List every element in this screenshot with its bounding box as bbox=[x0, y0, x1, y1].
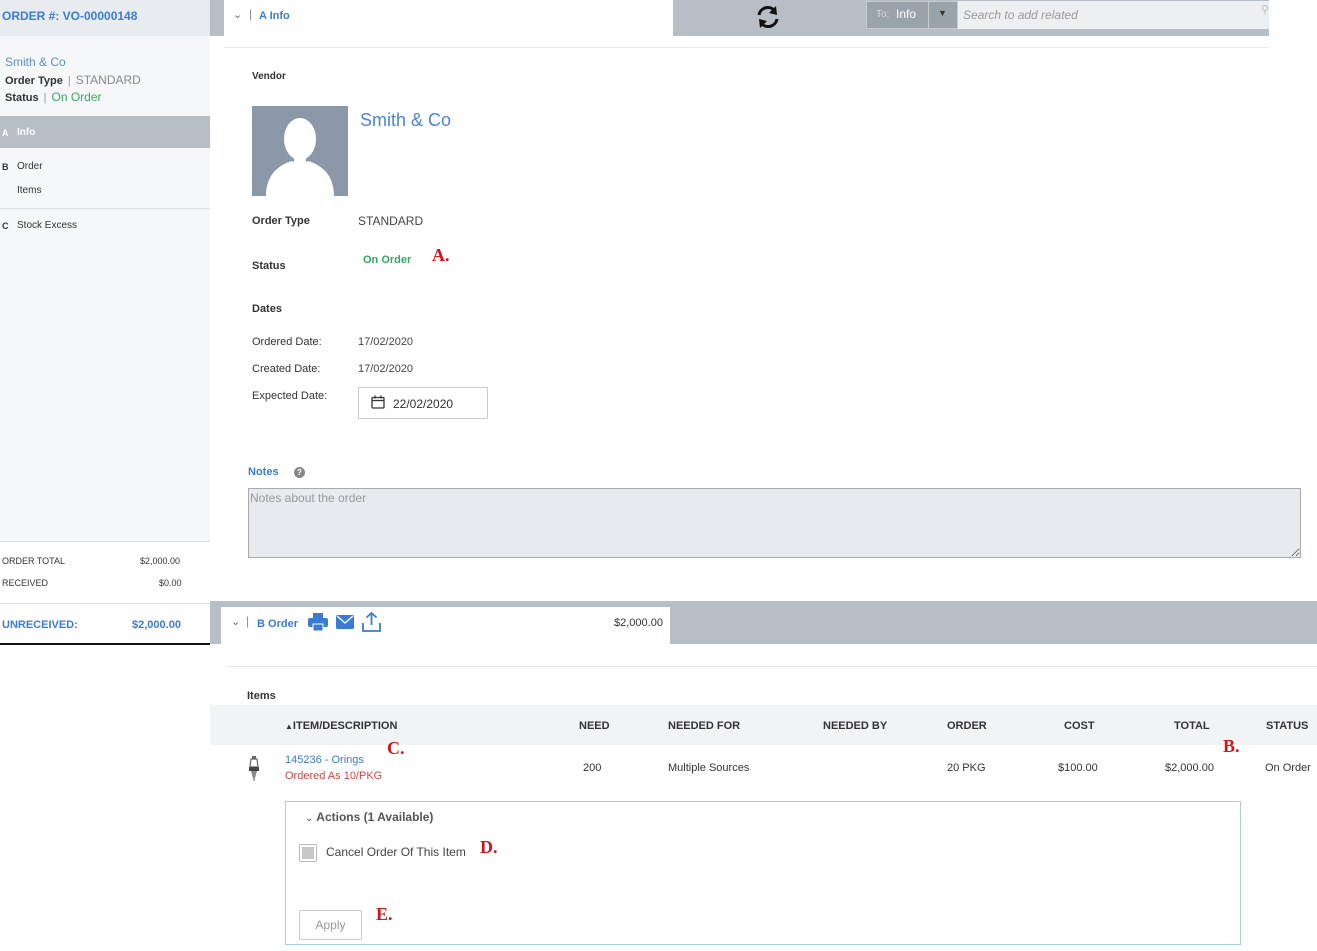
cell-need: 200 bbox=[583, 762, 602, 774]
order-section-separator: | bbox=[246, 614, 250, 628]
expected-date-value: 22/02/2020 bbox=[393, 397, 454, 411]
col-item-description[interactable]: ▲ITEM/DESCRIPTION bbox=[285, 720, 397, 732]
calendar-icon bbox=[371, 395, 385, 409]
order-collapse-chevron-icon[interactable]: ⌄ bbox=[231, 615, 240, 628]
apply-button[interactable]: Apply bbox=[299, 910, 362, 940]
col-needed-for[interactable]: NEEDED FOR bbox=[668, 720, 740, 732]
order-number: ORDER #: VO-00000148 bbox=[2, 9, 138, 23]
order-total-value: $2,000.00 bbox=[140, 556, 181, 566]
related-search bbox=[958, 1, 1269, 29]
section-title-order: B Order bbox=[257, 618, 298, 630]
sidebar-item-items[interactable]: Items bbox=[17, 185, 41, 196]
annotation-a: A. bbox=[432, 245, 450, 265]
sort-asc-icon: ▲ bbox=[285, 722, 293, 731]
annotation-d: D. bbox=[480, 837, 498, 857]
actions-toggle[interactable]: ⌄ Actions (1 Available) bbox=[305, 810, 433, 824]
export-icon[interactable] bbox=[362, 612, 381, 632]
cell-needed-for: Multiple Sources bbox=[668, 762, 750, 774]
section-title-info: A Info bbox=[259, 10, 290, 22]
email-icon[interactable] bbox=[336, 615, 354, 629]
collapse-chevron-icon[interactable]: ⌄ bbox=[233, 8, 242, 21]
order-section-total: $2,000.00 bbox=[614, 617, 663, 629]
item-ordered-as: Ordered As 10/PKG bbox=[285, 770, 383, 782]
unreceived-label: UNRECEIVED: bbox=[2, 619, 78, 631]
status-value: On Order bbox=[51, 90, 102, 104]
order-bar-right bbox=[670, 607, 1317, 644]
section-separator: | bbox=[249, 7, 253, 21]
notes-textarea[interactable] bbox=[249, 489, 1300, 557]
sidebar-divider bbox=[0, 208, 210, 209]
search-icon[interactable]: ⚲ bbox=[1261, 3, 1269, 16]
items-heading: Items bbox=[247, 690, 276, 702]
col-need[interactable]: NEED bbox=[579, 720, 610, 732]
actions-chevron-icon: ⌄ bbox=[305, 813, 314, 824]
to-label: To: bbox=[876, 9, 890, 20]
item-part-icon bbox=[249, 756, 259, 781]
created-date-label: Created Date: bbox=[252, 363, 321, 375]
status-label: Status bbox=[5, 92, 39, 104]
annotation-b: B. bbox=[1223, 736, 1240, 756]
sidebar-item-info-label[interactable]: Info bbox=[17, 127, 35, 138]
dropdown-caret-icon[interactable]: ▼ bbox=[938, 8, 947, 18]
cancel-item-checkbox[interactable] bbox=[299, 844, 317, 862]
order-type-field-label: Order Type bbox=[252, 215, 310, 227]
unreceived-value: $2,000.00 bbox=[132, 619, 181, 631]
received-label: RECEIVED bbox=[2, 578, 49, 588]
vendor-label: Vendor bbox=[252, 71, 286, 82]
received-value: $0.00 bbox=[159, 578, 182, 588]
notes-label: Notes bbox=[248, 466, 279, 478]
col-total[interactable]: TOTAL bbox=[1174, 720, 1210, 732]
notes-field bbox=[248, 488, 1301, 558]
help-icon[interactable]: ? bbox=[294, 467, 305, 478]
nav-letter-b: B bbox=[2, 162, 9, 172]
ordered-date-value: 17/02/2020 bbox=[358, 336, 414, 348]
cell-cost: $100.00 bbox=[1058, 762, 1098, 774]
sidebar-item-order[interactable]: Order bbox=[17, 161, 43, 172]
cell-order: 20 PKG bbox=[947, 762, 986, 774]
sidebar-bottom-rule bbox=[0, 643, 210, 645]
ordered-date-label: Ordered Date: bbox=[252, 336, 322, 348]
col-needed-by[interactable]: NEEDED BY bbox=[823, 720, 887, 732]
sidebar-order-type: Order Type | STANDARD bbox=[5, 73, 141, 87]
order-type-value: STANDARD bbox=[75, 73, 141, 87]
totals-divider bbox=[0, 603, 210, 604]
order-bar-left bbox=[210, 601, 221, 644]
col-cost[interactable]: COST bbox=[1064, 720, 1095, 732]
created-date-value: 17/02/2020 bbox=[358, 363, 414, 375]
dates-heading: Dates bbox=[252, 303, 282, 315]
annotation-c: C. bbox=[387, 738, 405, 758]
avatar-silhouette-icon bbox=[266, 118, 334, 196]
order-total-label: ORDER TOTAL bbox=[2, 556, 66, 566]
col-status[interactable]: STATUS bbox=[1266, 720, 1308, 732]
col-order[interactable]: ORDER bbox=[947, 720, 987, 732]
nav-letter-c: C bbox=[2, 221, 9, 231]
expected-date-input[interactable]: 22/02/2020 bbox=[358, 387, 488, 419]
status-field-value: On Order bbox=[363, 254, 412, 266]
vendor-name-link[interactable]: Smith & Co bbox=[360, 110, 451, 131]
print-icon[interactable] bbox=[308, 613, 328, 631]
sidebar-status: Status | On Order bbox=[5, 90, 102, 104]
refresh-icon[interactable] bbox=[755, 4, 781, 30]
cell-status: On Order bbox=[1265, 762, 1311, 774]
order-type-label: Order Type bbox=[5, 75, 63, 87]
nav-letter-a: A bbox=[2, 128, 9, 138]
cancel-item-label[interactable]: Cancel Order Of This Item bbox=[326, 845, 466, 859]
order-type-field-value: STANDARD bbox=[358, 214, 424, 228]
sidebar-item-stock-excess[interactable]: Stock Excess bbox=[17, 220, 77, 231]
vendor-avatar bbox=[252, 106, 348, 196]
topbar-left-gap bbox=[210, 0, 224, 36]
sidebar-nav bbox=[0, 116, 210, 541]
to-divider bbox=[928, 1, 929, 29]
info-top-divider bbox=[224, 47, 1269, 48]
order-divider bbox=[226, 666, 1317, 667]
item-link[interactable]: 145236 - Orings bbox=[285, 754, 364, 766]
annotation-e: E. bbox=[376, 904, 393, 924]
to-value: Info bbox=[896, 7, 917, 21]
expected-date-label: Expected Date: bbox=[252, 390, 328, 402]
search-input[interactable] bbox=[958, 1, 1269, 29]
status-field-label: Status bbox=[252, 260, 286, 272]
cell-total: $2,000.00 bbox=[1165, 762, 1214, 774]
section-tab-info[interactable] bbox=[224, 0, 673, 36]
sidebar-vendor-link[interactable]: Smith & Co bbox=[5, 55, 66, 69]
